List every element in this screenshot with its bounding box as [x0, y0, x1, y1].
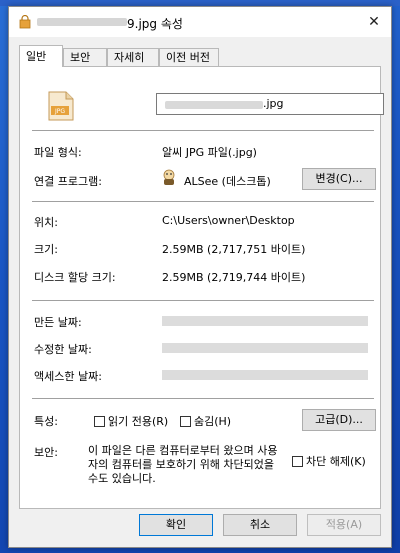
file-type-label: 파일 형식: [34, 146, 82, 159]
checkbox-box [180, 416, 191, 427]
size-on-disk-label: 디스크 할당 크기: [34, 271, 116, 284]
file-name-input[interactable]: .jpg [156, 93, 384, 115]
attributes-label: 특성: [34, 415, 58, 428]
file-name-extension: .jpg [263, 97, 284, 110]
divider [32, 201, 374, 202]
close-button[interactable]: ✕ [363, 11, 385, 33]
unblock-label: 차단 해제(K) [306, 455, 366, 468]
size-label: 크기: [34, 243, 58, 256]
divider [32, 300, 374, 301]
divider [32, 398, 374, 399]
location-value: C:\Users\owner\Desktop [162, 214, 295, 227]
created-label: 만든 날짜: [34, 316, 82, 329]
security-warning-text: 이 파일은 다른 컴퓨터로부터 왔으며 사용자의 컴퓨터를 보호하기 위해 차단… [88, 444, 278, 485]
modified-label: 수정한 날짜: [34, 343, 92, 356]
created-value-redacted [162, 316, 368, 326]
lock-file-icon [19, 15, 31, 29]
open-with-value: ALSee (데스크톱) [184, 175, 271, 188]
apply-button[interactable]: 적용(A) [307, 514, 381, 536]
advanced-button[interactable]: 고급(D)... [302, 409, 376, 431]
general-panel: JPG .jpg 파일 형식: 알씨 JPG 파일(.jpg) 연결 프로그램:… [19, 66, 384, 509]
location-label: 위치: [34, 216, 58, 229]
size-value: 2.59MB (2,717,751 바이트) [162, 243, 306, 256]
modified-value-redacted [162, 343, 368, 353]
readonly-label: 읽기 전용(R) [108, 415, 169, 428]
cancel-button[interactable]: 취소 [223, 514, 297, 536]
open-with-label: 연결 프로그램: [34, 175, 102, 188]
tab-previous-versions[interactable]: 이전 버전 [159, 48, 219, 66]
alsee-app-icon [163, 169, 175, 185]
window-title: 9.jpg 속성 [127, 17, 183, 31]
file-type-value: 알씨 JPG 파일(.jpg) [162, 146, 257, 159]
divider [32, 130, 374, 131]
file-name-redacted [165, 101, 263, 109]
checkbox-box [292, 456, 303, 467]
checkbox-box [94, 416, 105, 427]
change-button[interactable]: 변경(C)... [302, 168, 376, 190]
title-bar[interactable]: 9.jpg 속성 ✕ [9, 7, 391, 37]
accessed-label: 액세스한 날짜: [34, 370, 102, 383]
svg-text:JPG: JPG [54, 108, 65, 115]
unblock-checkbox[interactable]: 차단 해제(K) [292, 453, 366, 469]
security-label: 보안: [34, 446, 58, 459]
jpg-file-icon: JPG [48, 91, 74, 121]
tab-general[interactable]: 일반 [19, 45, 63, 67]
properties-dialog: 9.jpg 속성 ✕ 일반 보안 자세히 이전 버전 JPG .jpg 파일 형… [8, 6, 392, 548]
tab-details[interactable]: 자세히 [107, 48, 159, 66]
hidden-checkbox[interactable]: 숨김(H) [180, 413, 231, 429]
accessed-value-redacted [162, 370, 368, 380]
title-filename-redacted [37, 18, 127, 26]
hidden-label: 숨김(H) [194, 415, 232, 428]
tab-security[interactable]: 보안 [63, 48, 107, 66]
readonly-checkbox[interactable]: 읽기 전용(R) [94, 413, 168, 429]
ok-button[interactable]: 확인 [139, 514, 213, 536]
size-on-disk-value: 2.59MB (2,719,744 바이트) [162, 271, 306, 284]
